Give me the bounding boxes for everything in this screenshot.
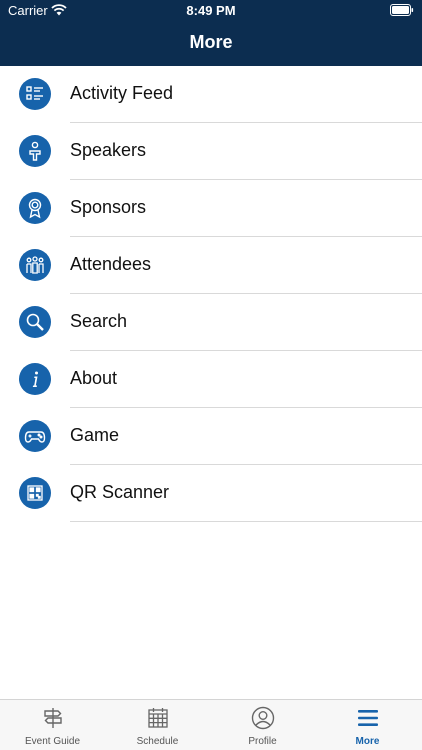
magnifier-icon bbox=[19, 306, 51, 338]
info-icon bbox=[19, 363, 51, 395]
tab-schedule[interactable]: Schedule bbox=[105, 700, 210, 750]
tab-label: More bbox=[355, 736, 380, 747]
status-time: 8:49 PM bbox=[186, 3, 236, 18]
qr-code-icon bbox=[19, 477, 51, 509]
tab-profile[interactable]: Profile bbox=[210, 700, 315, 750]
menu-item-label: Search bbox=[70, 311, 128, 331]
menu-item-label: Attendees bbox=[70, 254, 152, 274]
menu-item-label: QR Scanner bbox=[70, 482, 170, 502]
menu-item-label: Game bbox=[70, 425, 120, 445]
tab-label: Profile bbox=[248, 736, 277, 747]
tab-label: Schedule bbox=[136, 736, 179, 747]
tab-more[interactable]: More bbox=[315, 700, 420, 750]
page-title: More bbox=[189, 32, 233, 52]
more-menu-list: Activity Feed Speakers Sponsors Attendee… bbox=[0, 66, 422, 522]
status-bar: Carrier 8:49 PM bbox=[0, 0, 422, 22]
award-ribbon-icon bbox=[19, 192, 51, 224]
gamepad-icon bbox=[19, 420, 51, 452]
header-bar: Carrier 8:49 PM More bbox=[0, 0, 422, 66]
menu-item-qr-scanner[interactable]: QR Scanner bbox=[0, 465, 422, 522]
tab-label: Event Guide bbox=[24, 736, 81, 747]
menu-item-about[interactable]: About bbox=[0, 351, 422, 408]
speaker-icon bbox=[19, 135, 51, 167]
battery-icon bbox=[390, 4, 414, 16]
menu-item-label: Activity Feed bbox=[70, 83, 174, 103]
tab-event-guide[interactable]: Event Guide bbox=[0, 700, 105, 750]
menu-item-sponsors[interactable]: Sponsors bbox=[0, 180, 422, 237]
menu-item-label: About bbox=[70, 368, 118, 388]
people-group-icon bbox=[19, 249, 51, 281]
menu-item-search[interactable]: Search bbox=[0, 294, 422, 351]
signpost-icon bbox=[44, 708, 62, 728]
activity-feed-icon bbox=[19, 78, 51, 110]
menu-item-label: Speakers bbox=[70, 140, 147, 160]
menu-item-speakers[interactable]: Speakers bbox=[0, 123, 422, 180]
menu-item-attendees[interactable]: Attendees bbox=[0, 237, 422, 294]
tab-bar: Event Guide Schedule Profile More bbox=[0, 699, 422, 750]
menu-item-game[interactable]: Game bbox=[0, 408, 422, 465]
menu-item-activity-feed[interactable]: Activity Feed bbox=[0, 66, 422, 123]
hamburger-menu-icon bbox=[358, 710, 378, 726]
divider bbox=[70, 521, 422, 522]
menu-item-label: Sponsors bbox=[70, 197, 147, 217]
calendar-icon bbox=[148, 708, 168, 728]
user-circle-icon bbox=[251, 706, 275, 730]
